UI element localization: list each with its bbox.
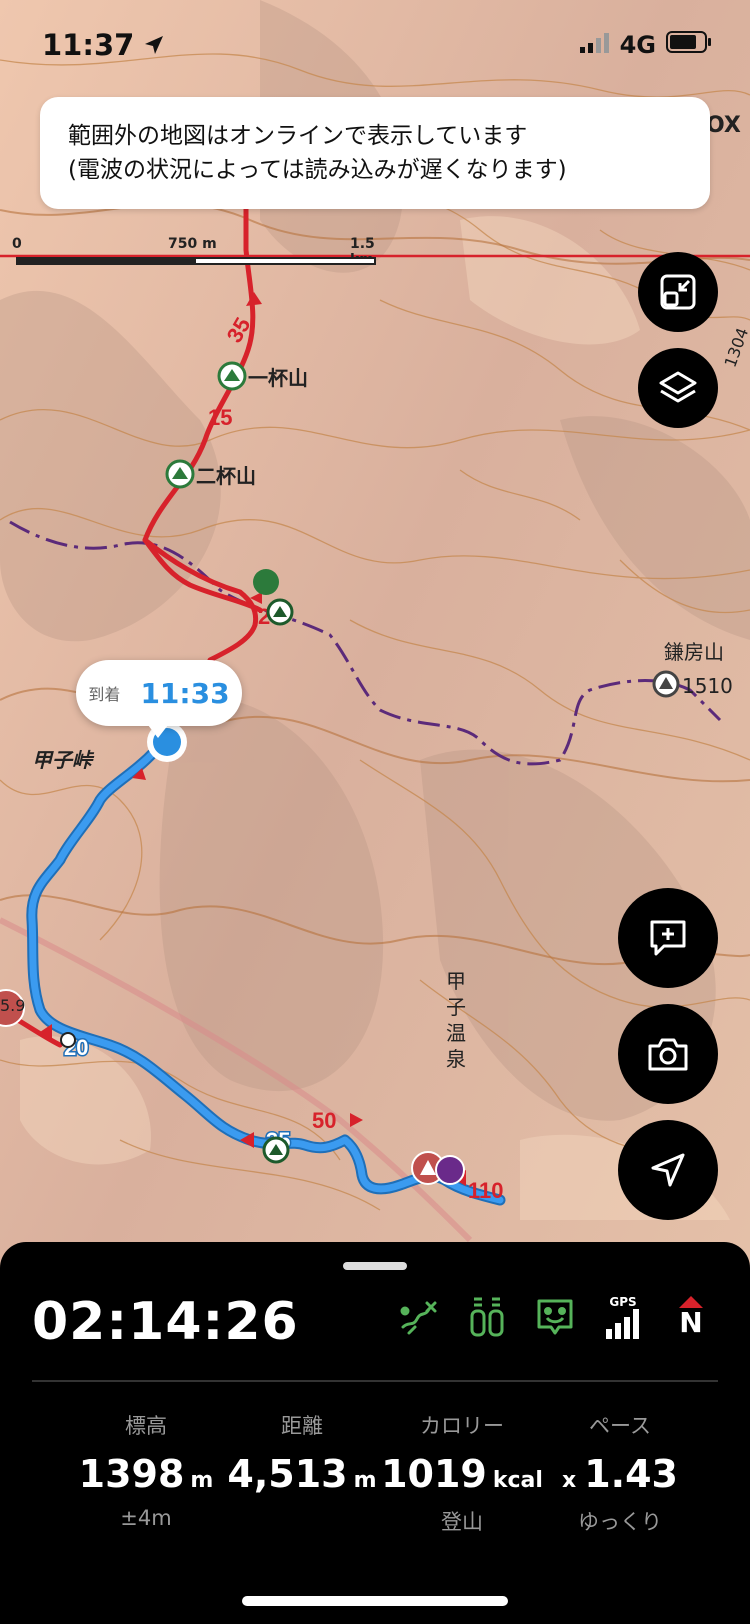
label-mountain-elevation: 1510 <box>682 674 733 698</box>
arrival-label: 到着 <box>88 685 121 704</box>
label-peak-1: 一杯山 <box>248 366 308 390</box>
gps-label: GPS <box>609 1295 637 1309</box>
label-elevation-partial: 5.9 <box>0 996 26 1015</box>
calories-label: カロリー <box>420 1414 504 1438</box>
network-type: 4G <box>619 31 656 59</box>
pace-label: ペース <box>589 1414 651 1438</box>
stat-altitude[interactable]: 標高 1398 m ±4m <box>56 1410 236 1530</box>
activity-type: 登山 <box>441 1510 483 1534</box>
layers-button[interactable] <box>638 348 718 428</box>
altitude-value: 1398 <box>78 1452 185 1496</box>
collapse-map-icon <box>659 273 697 311</box>
battery-icon <box>666 31 712 59</box>
label-pass: 甲子峠 <box>32 748 92 772</box>
status-time: 11:37 <box>42 28 135 62</box>
scale-mid: 750 m <box>168 236 217 252</box>
activity-panel[interactable]: 02:14:26 GPS N 標高 1398 m ±4m 距離 4,513 m … <box>0 1242 750 1624</box>
label-edge-top: OX <box>706 113 741 138</box>
panel-drag-handle[interactable] <box>343 1262 407 1270</box>
route-marker-50: 50 <box>312 1108 336 1133</box>
layers-icon <box>658 369 698 407</box>
arrival-time: 11:33 <box>140 676 230 710</box>
water-bottles-icon[interactable] <box>466 1292 508 1342</box>
offline-map-notice: 範囲外の地図はオンラインで表示しています (電波の状況によっては読み込みが遅くな… <box>40 97 710 209</box>
calories-value: 1019 <box>381 1452 487 1496</box>
north-compass-icon[interactable]: N <box>670 1292 712 1342</box>
label-peak-2: 二杯山 <box>196 464 256 488</box>
stat-calories[interactable]: カロリー 1019 kcal 登山 <box>372 1410 552 1536</box>
distance-value: 4,513 <box>227 1452 348 1496</box>
gps-signal-icon: GPS <box>602 1292 644 1342</box>
location-arrow-icon <box>649 1151 687 1189</box>
compass-label: N <box>679 1306 703 1339</box>
label-mountain: 鎌房山 <box>664 640 724 664</box>
label-onsen: 甲子温泉 <box>446 969 466 1071</box>
notice-line-1: 範囲外の地図はオンラインで表示しています <box>68 123 528 149</box>
face-icon[interactable] <box>534 1292 576 1342</box>
locate-button[interactable] <box>618 1120 718 1220</box>
status-bar: 11:37 4G <box>0 0 750 90</box>
route-icon[interactable] <box>398 1292 440 1342</box>
altitude-label: 標高 <box>125 1414 167 1438</box>
pace-value: 1.43 <box>584 1452 678 1496</box>
route-marker-15: 15 <box>208 405 232 430</box>
camera-button[interactable] <box>618 1004 718 1104</box>
location-services-icon <box>144 28 164 62</box>
altitude-unit: m <box>190 1468 214 1493</box>
arrival-bubble[interactable]: 到着 11:33 <box>76 660 242 738</box>
notice-line-2: (電波の状況によっては読み込みが遅くなります) <box>68 157 567 183</box>
scale-start: 0 <box>12 236 22 252</box>
panel-divider <box>32 1380 718 1382</box>
cellular-signal-icon <box>579 31 610 59</box>
home-indicator[interactable] <box>242 1596 508 1606</box>
map-scale-bar: 0 750 m 1.5 km <box>12 236 376 268</box>
pace-prefix: x <box>562 1468 577 1493</box>
add-memo-button[interactable] <box>618 888 718 988</box>
elapsed-time: 02:14:26 <box>32 1292 299 1352</box>
camera-icon <box>647 1036 689 1072</box>
stat-distance[interactable]: 距離 4,513 m <box>212 1410 392 1506</box>
altitude-accuracy: ±4m <box>120 1506 172 1530</box>
stat-pace[interactable]: ペース x 1.43 ゆっくり <box>530 1410 710 1536</box>
add-memo-icon <box>648 918 688 958</box>
route-marker-110: 110 <box>468 1178 504 1203</box>
distance-label: 距離 <box>281 1414 323 1438</box>
collapse-map-button[interactable] <box>638 252 718 332</box>
activity-status-icons: GPS N <box>398 1292 712 1342</box>
pace-description: ゆっくり <box>578 1510 662 1534</box>
